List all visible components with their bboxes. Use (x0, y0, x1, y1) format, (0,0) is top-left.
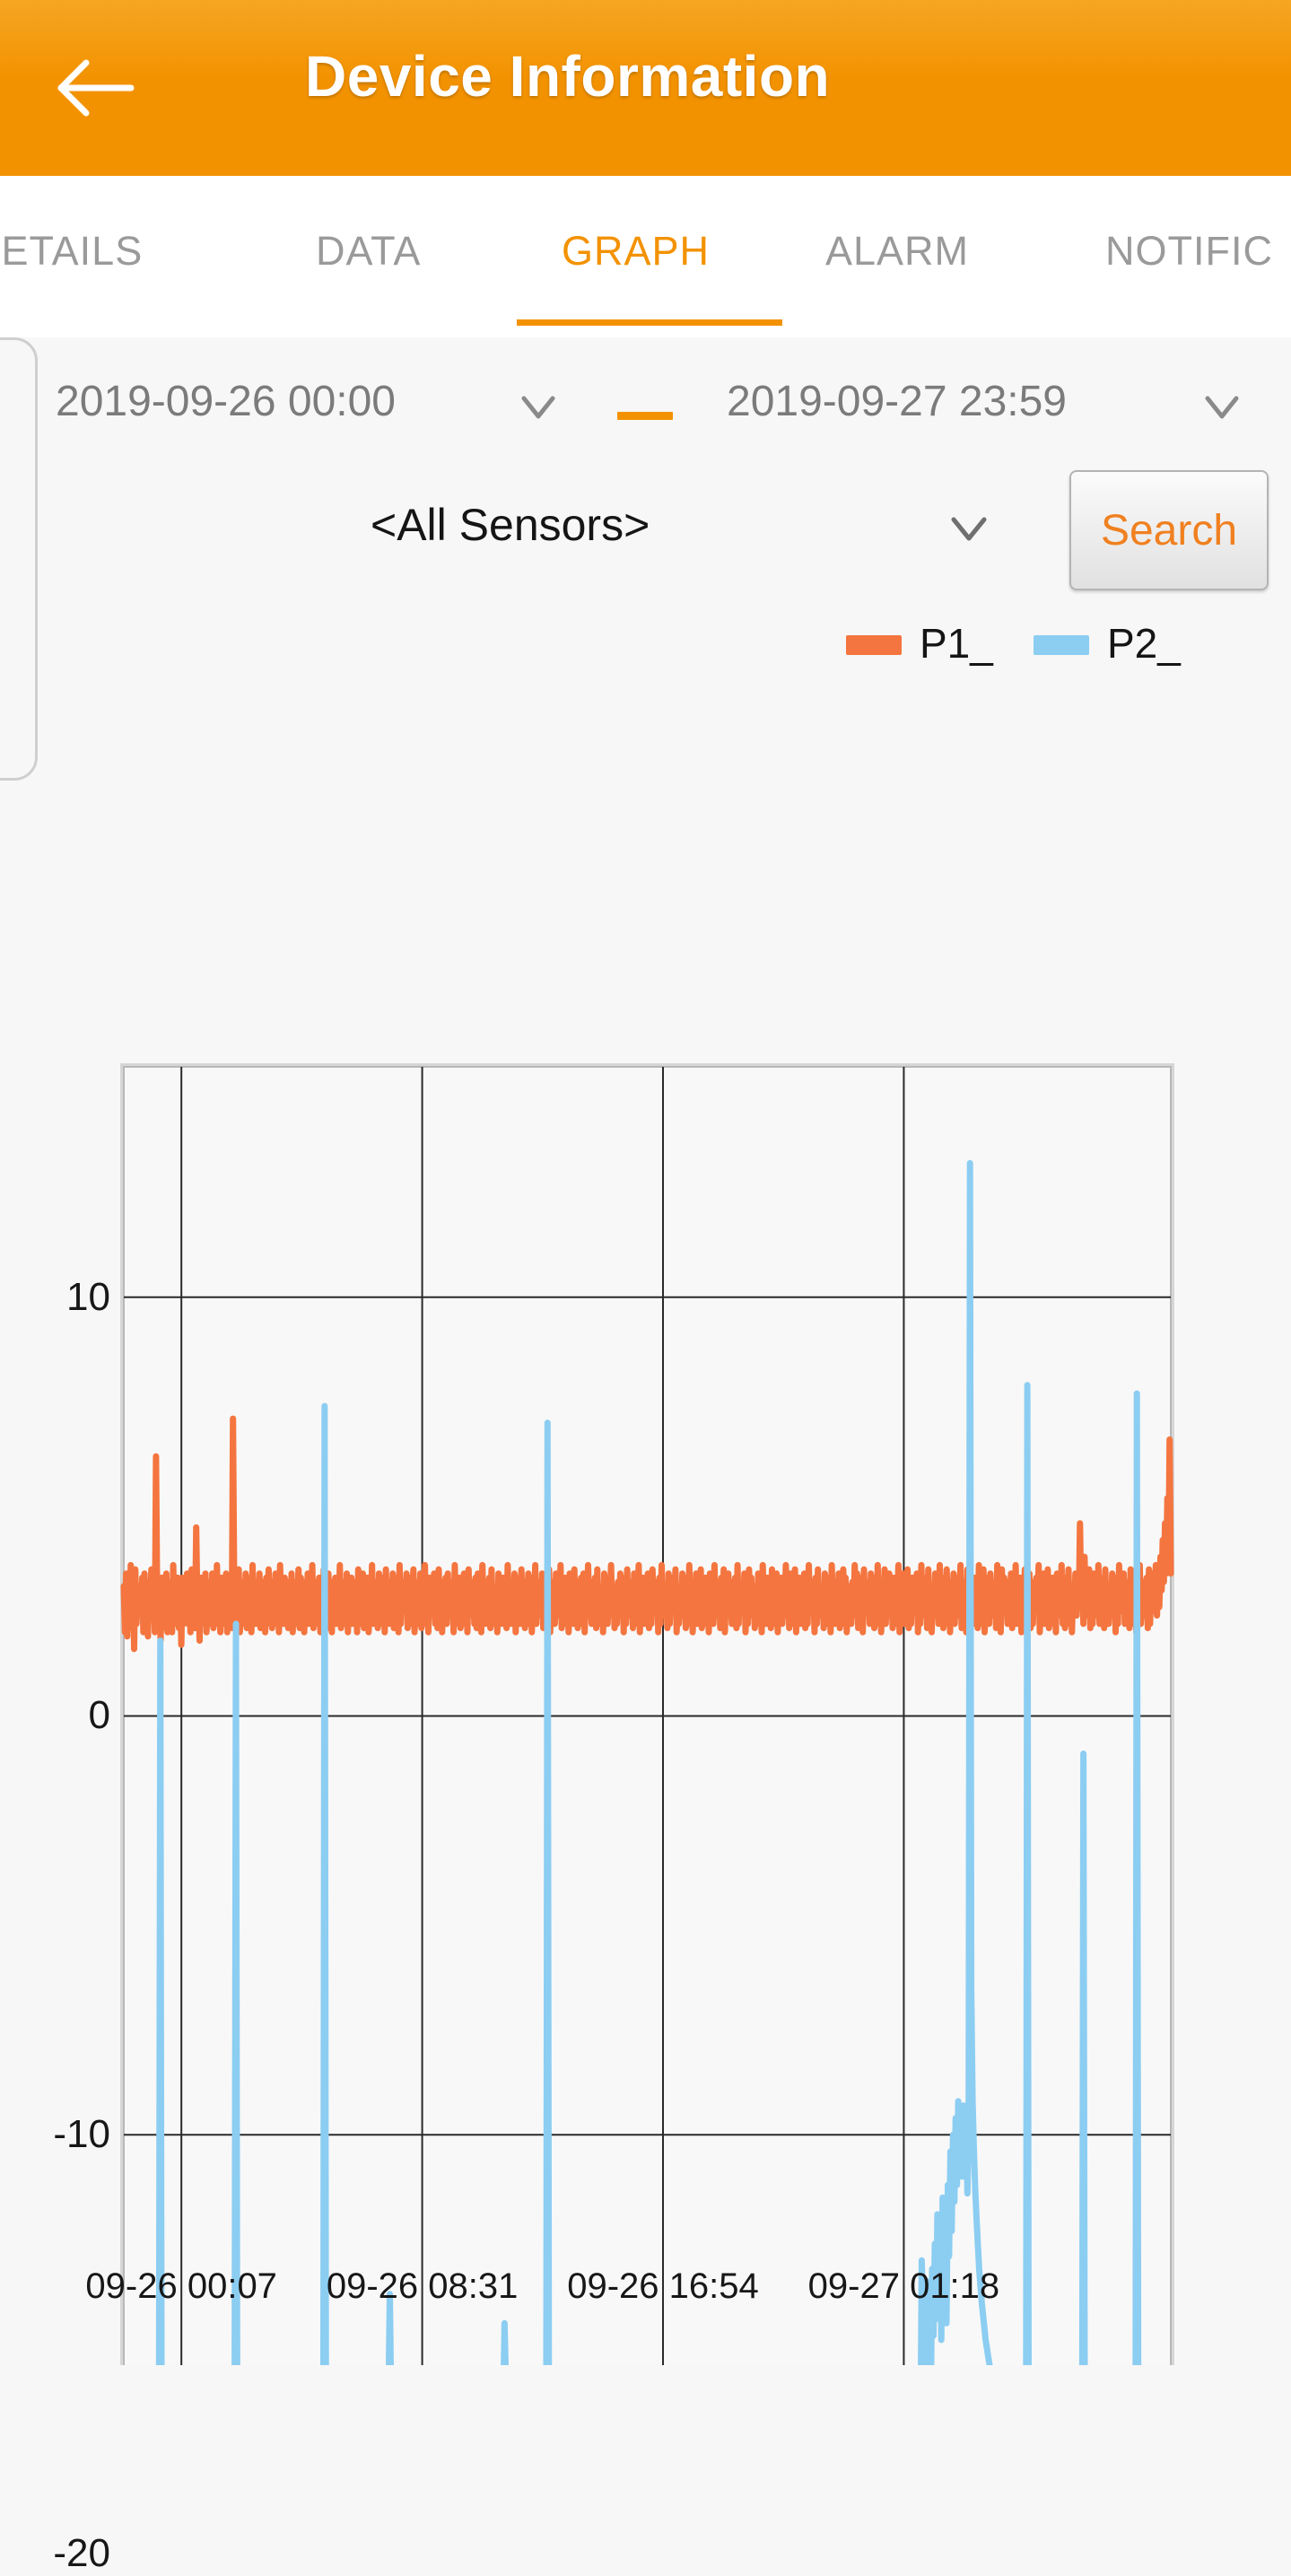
legend-label-p1: P1_ (920, 620, 993, 667)
app-bar: Device Information (0, 0, 1291, 176)
chart-plot-svg (120, 1063, 1174, 2365)
y-axis-tick-3: -20 (53, 2530, 110, 2575)
tab-active-indicator (517, 319, 782, 326)
x-axis-tick-2: 09-26 16:54 (567, 2266, 759, 2306)
y-axis-tick-1: 0 (88, 1693, 110, 1738)
sensor-filter-row: <All Sensors> Search (0, 463, 1291, 607)
chart-legend: P1_ P2_ (0, 607, 1291, 678)
graph-panel: 2019-09-26 00:00 2019-09-27 23:59 <All S… (0, 337, 1291, 2575)
range-separator-dash (617, 412, 673, 420)
x-axis-tick-0: 09-26 00:07 (85, 2266, 277, 2306)
tab-details[interactable]: DETAILS (0, 228, 143, 275)
tab-notifications[interactable]: NOTIFIC (1105, 228, 1273, 275)
sensor-select-value[interactable]: <All Sensors> (371, 499, 650, 551)
x-axis-tick-3: 09-27 01:18 (807, 2266, 1000, 2306)
search-button[interactable]: Search (1069, 470, 1269, 590)
tab-bar: DETAILS DATA GRAPH ALARM NOTIFIC (0, 176, 1291, 337)
search-button-label: Search (1100, 506, 1238, 554)
legend-label-p2: P2_ (1107, 620, 1181, 667)
y-axis-tick-0: 10 (66, 1274, 110, 1319)
start-datetime-chevron-down-icon[interactable] (519, 389, 558, 425)
end-datetime-chevron-down-icon[interactable] (1202, 389, 1242, 425)
time-series-chart[interactable]: 10 0 -10 -20 09-26 00:07 09-26 08:31 09-26 16… (0, 678, 1291, 2575)
tab-alarm[interactable]: ALARM (825, 228, 969, 275)
y-axis-tick-2: -10 (53, 2112, 110, 2157)
tab-graph[interactable]: GRAPH (562, 228, 710, 275)
page-title: Device Information (305, 44, 831, 109)
back-button[interactable] (54, 56, 135, 120)
end-datetime-value[interactable]: 2019-09-27 23:59 (727, 377, 1067, 426)
legend-swatch-p1 (846, 635, 902, 655)
legend-swatch-p2 (1034, 635, 1089, 655)
tab-data[interactable]: DATA (316, 228, 421, 275)
x-axis-tick-1: 09-26 08:31 (326, 2266, 519, 2306)
date-range-row: 2019-09-26 00:00 2019-09-27 23:59 (0, 354, 1291, 461)
start-datetime-value[interactable]: 2019-09-26 00:00 (56, 377, 396, 426)
sensor-select-chevron-down-icon[interactable] (947, 510, 990, 547)
